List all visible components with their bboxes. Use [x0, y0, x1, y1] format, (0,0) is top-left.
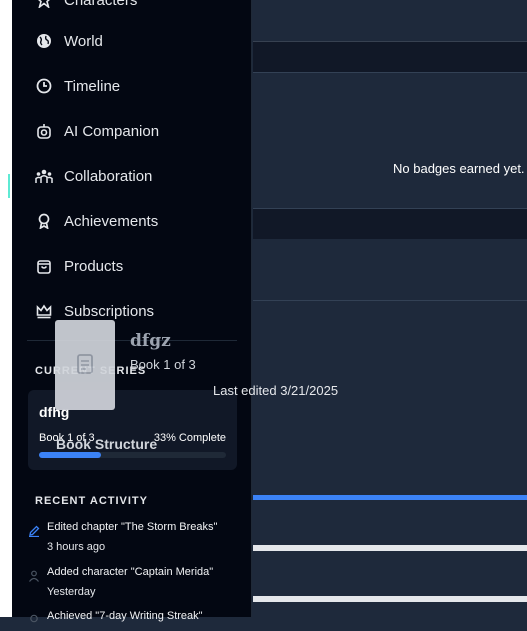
- activity-time: 3 hours ago: [47, 541, 106, 553]
- drag-preview-edited: Last edited 3/21/2025: [213, 383, 339, 398]
- sidebar-item-label: Characters: [64, 0, 138, 9]
- drag-preview-card[interactable]: [55, 320, 115, 410]
- activity-text: Achieved "7-day Writing Streak": [47, 610, 203, 622]
- shopping-bag-icon: [35, 257, 53, 275]
- award-icon: [35, 212, 53, 230]
- panel-section: [253, 239, 527, 301]
- award-icon: [28, 613, 40, 625]
- sidebar-item-ai-companion[interactable]: AI Companion: [12, 113, 252, 149]
- sidebar-item-label: World: [64, 32, 103, 50]
- activity-text: Edited chapter "The Storm Breaks": [47, 521, 218, 533]
- main-subheader: [253, 42, 527, 72]
- sidebar-item-label: Products: [64, 257, 124, 275]
- sidebar-item-label: Subscriptions: [64, 302, 155, 320]
- sidebar-item-characters[interactable]: Characters: [12, 0, 252, 18]
- sidebar-item-label: Achievements: [64, 212, 159, 230]
- drag-preview-subtitle: Book 1 of 3: [130, 357, 196, 372]
- light-bar: [253, 545, 527, 551]
- robot-icon: [35, 122, 53, 140]
- series-progress-track: [39, 452, 226, 458]
- badges-panel: [253, 72, 527, 209]
- sidebar-item-label: AI Companion: [64, 122, 160, 140]
- users-icon: [35, 167, 53, 185]
- sidebar-item-subscriptions[interactable]: Subscriptions: [12, 293, 252, 329]
- document-icon: [76, 354, 94, 379]
- crown-icon: [35, 302, 53, 320]
- drag-preview-section: Book Structure: [56, 436, 158, 452]
- series-complete: 33% Complete: [153, 432, 226, 444]
- window-edge: [0, 0, 12, 617]
- content-panel-lower: [253, 500, 527, 545]
- activity-text: Added character "Captain Merida": [47, 566, 214, 578]
- activity-time: Yesterday: [47, 586, 96, 598]
- drag-preview-title: dfgz: [130, 331, 171, 351]
- recent-activity-heading: RECENT ACTIVITY: [35, 495, 148, 507]
- light-bar-2: [253, 596, 527, 602]
- main-header-band: [253, 0, 527, 41]
- series-progress-fill: [39, 452, 101, 458]
- sidebar-item-collaboration[interactable]: Collaboration: [12, 158, 252, 194]
- star-icon: [35, 0, 53, 9]
- user-icon: [28, 569, 40, 582]
- content-panel: [253, 301, 527, 496]
- pencil-icon: [28, 524, 40, 538]
- sidebar-item-achievements[interactable]: Achievements: [12, 203, 252, 239]
- sidebar-item-label: Collaboration: [64, 167, 153, 185]
- badges-empty-text: No badges earned yet.: [393, 161, 525, 176]
- sidebar: Characters World Timeline AI Companion C…: [12, 0, 252, 623]
- active-indicator: [8, 174, 10, 198]
- panel-header: [253, 209, 527, 239]
- sidebar-item-timeline[interactable]: Timeline: [12, 68, 252, 104]
- sidebar-item-products[interactable]: Products: [12, 248, 252, 284]
- clock-icon: [35, 77, 53, 95]
- sidebar-item-world[interactable]: World: [12, 23, 252, 59]
- globe-icon: [35, 32, 53, 50]
- sidebar-item-label: Timeline: [64, 77, 121, 95]
